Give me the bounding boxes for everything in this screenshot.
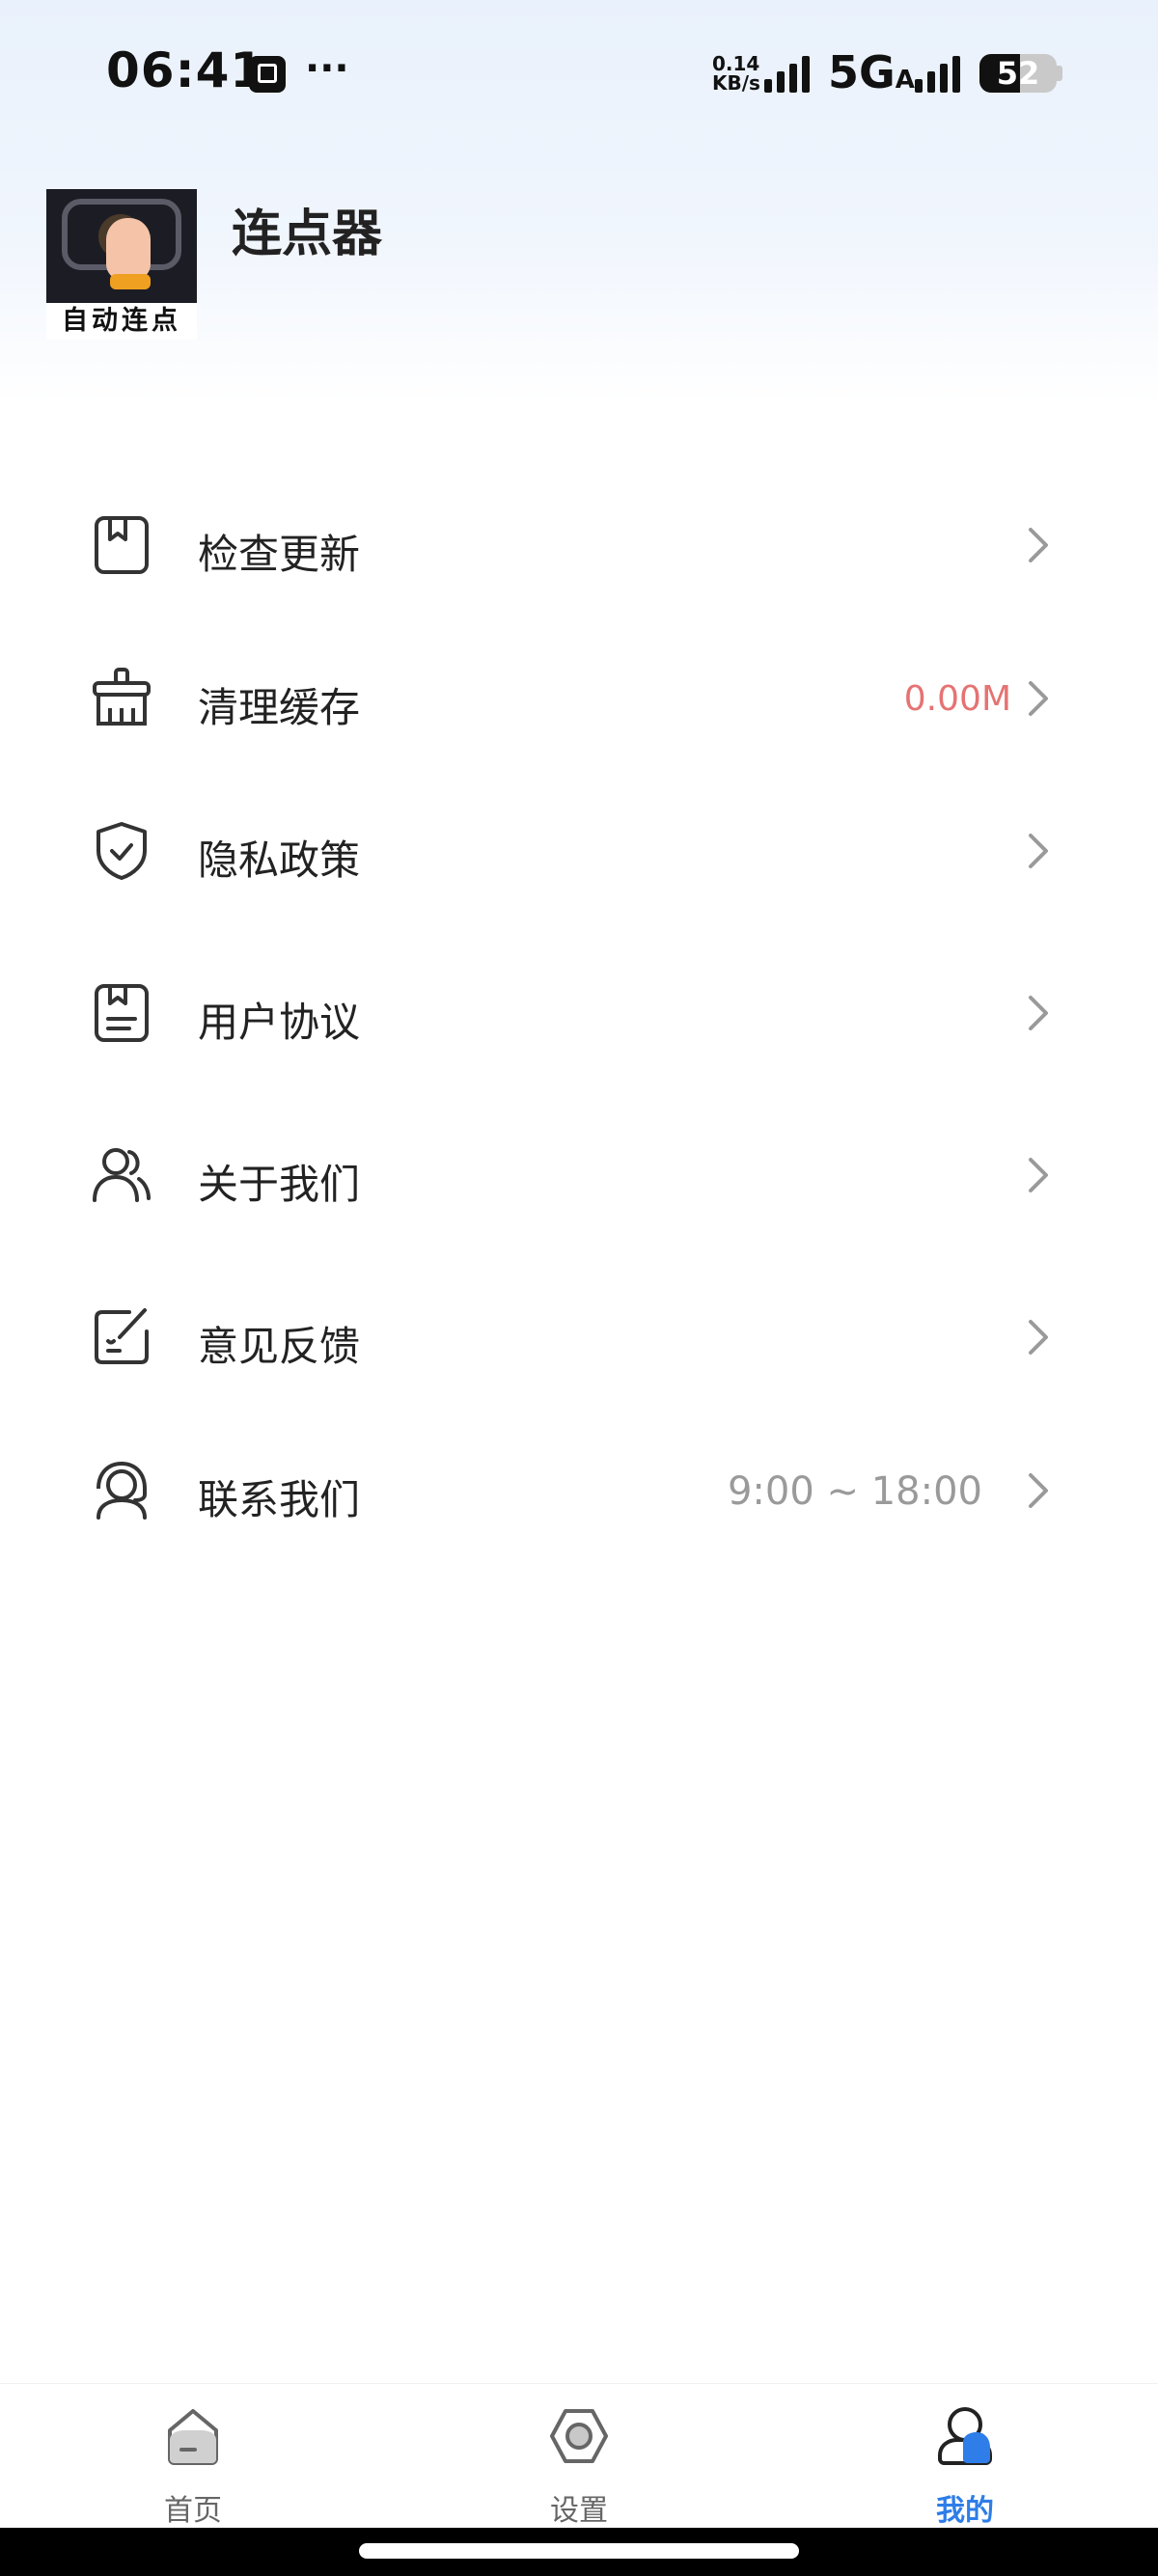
menu-item-about-us[interactable]: 关于我们 bbox=[0, 1117, 1158, 1233]
logo-cuff bbox=[110, 274, 151, 289]
chevron-right-icon bbox=[1029, 1158, 1048, 1192]
network-type: 5GA bbox=[828, 46, 915, 98]
battery-level: 52 bbox=[996, 55, 1040, 92]
tab-settings[interactable]: 设置 bbox=[434, 2384, 724, 2529]
tab-profile-label: 我的 bbox=[936, 2494, 994, 2528]
menu-item-user-agreement[interactable]: 用户协议 bbox=[0, 955, 1158, 1071]
cache-size-value: 0.00M bbox=[903, 679, 1011, 719]
headset-icon bbox=[96, 1461, 147, 1520]
chevron-right-icon bbox=[1029, 1320, 1048, 1355]
signal-icon-2 bbox=[915, 56, 965, 93]
tab-home[interactable]: 首页 bbox=[48, 2384, 338, 2529]
shield-check-icon bbox=[96, 822, 147, 880]
users-icon bbox=[93, 1148, 151, 1202]
notification-app-icon bbox=[249, 56, 286, 93]
document-icon bbox=[95, 984, 149, 1042]
system-home-bar bbox=[0, 2528, 1158, 2576]
menu-label-privacy-policy: 隐私政策 bbox=[198, 836, 361, 884]
menu-item-clear-cache[interactable]: 清理缓存 0.00M bbox=[0, 641, 1158, 756]
home-icon bbox=[168, 2409, 218, 2465]
menu-label-contact-us: 联系我们 bbox=[198, 1476, 361, 1523]
more-notifications-icon: ··· bbox=[305, 46, 349, 91]
status-bar: 06:41 ··· 0.14 KB/s 5GA 52 bbox=[0, 0, 1158, 145]
app-title: 连点器 bbox=[232, 206, 383, 263]
menu-item-contact-us[interactable]: 联系我们 9:00 ~ 18:00 bbox=[0, 1433, 1158, 1548]
logo-hand bbox=[106, 218, 151, 280]
menu-item-privacy-policy[interactable]: 隐私政策 bbox=[0, 793, 1158, 909]
tab-settings-label: 设置 bbox=[550, 2494, 608, 2528]
chevron-right-icon bbox=[1029, 681, 1048, 716]
battery-icon: 52 bbox=[979, 54, 1057, 93]
bottom-nav: 首页 设置 我的 bbox=[0, 2383, 1158, 2529]
net-speed-unit: KB/s bbox=[712, 71, 760, 95]
broom-icon bbox=[93, 668, 151, 726]
tab-profile[interactable]: 我的 bbox=[820, 2384, 1110, 2529]
menu-item-feedback[interactable]: 意见反馈 bbox=[0, 1279, 1158, 1395]
logo-text: 自动连点 bbox=[46, 303, 197, 340]
menu-label-about-us: 关于我们 bbox=[198, 1161, 361, 1208]
menu-item-check-update[interactable]: 检查更新 bbox=[0, 487, 1158, 603]
network-type-sub: A bbox=[895, 66, 915, 95]
bookmark-icon bbox=[95, 516, 149, 574]
net-speed-value: 0.14 bbox=[712, 52, 760, 75]
signal-icon bbox=[764, 56, 814, 93]
menu-label-check-update: 检查更新 bbox=[198, 531, 361, 578]
profile-icon bbox=[938, 2407, 992, 2465]
app-logo: 自动连点 bbox=[46, 189, 197, 340]
network-type-label: 5G bbox=[828, 46, 896, 98]
home-indicator[interactable] bbox=[359, 2543, 799, 2559]
status-time: 06:41 bbox=[106, 42, 265, 98]
battery-tip bbox=[1057, 66, 1062, 81]
edit-icon bbox=[95, 1308, 149, 1364]
chevron-right-icon bbox=[1029, 834, 1048, 868]
settings-icon bbox=[550, 2409, 608, 2463]
menu-label-clear-cache: 清理缓存 bbox=[198, 684, 361, 731]
service-hours-value: 9:00 ~ 18:00 bbox=[727, 1469, 982, 1514]
tab-home-label: 首页 bbox=[164, 2494, 222, 2528]
menu-label-user-agreement: 用户协议 bbox=[198, 999, 361, 1046]
net-speed: 0.14 KB/s bbox=[712, 54, 760, 93]
chevron-right-icon bbox=[1029, 1473, 1048, 1508]
chevron-right-icon bbox=[1029, 528, 1048, 562]
chevron-right-icon bbox=[1029, 996, 1048, 1030]
menu-label-feedback: 意见反馈 bbox=[198, 1323, 361, 1370]
